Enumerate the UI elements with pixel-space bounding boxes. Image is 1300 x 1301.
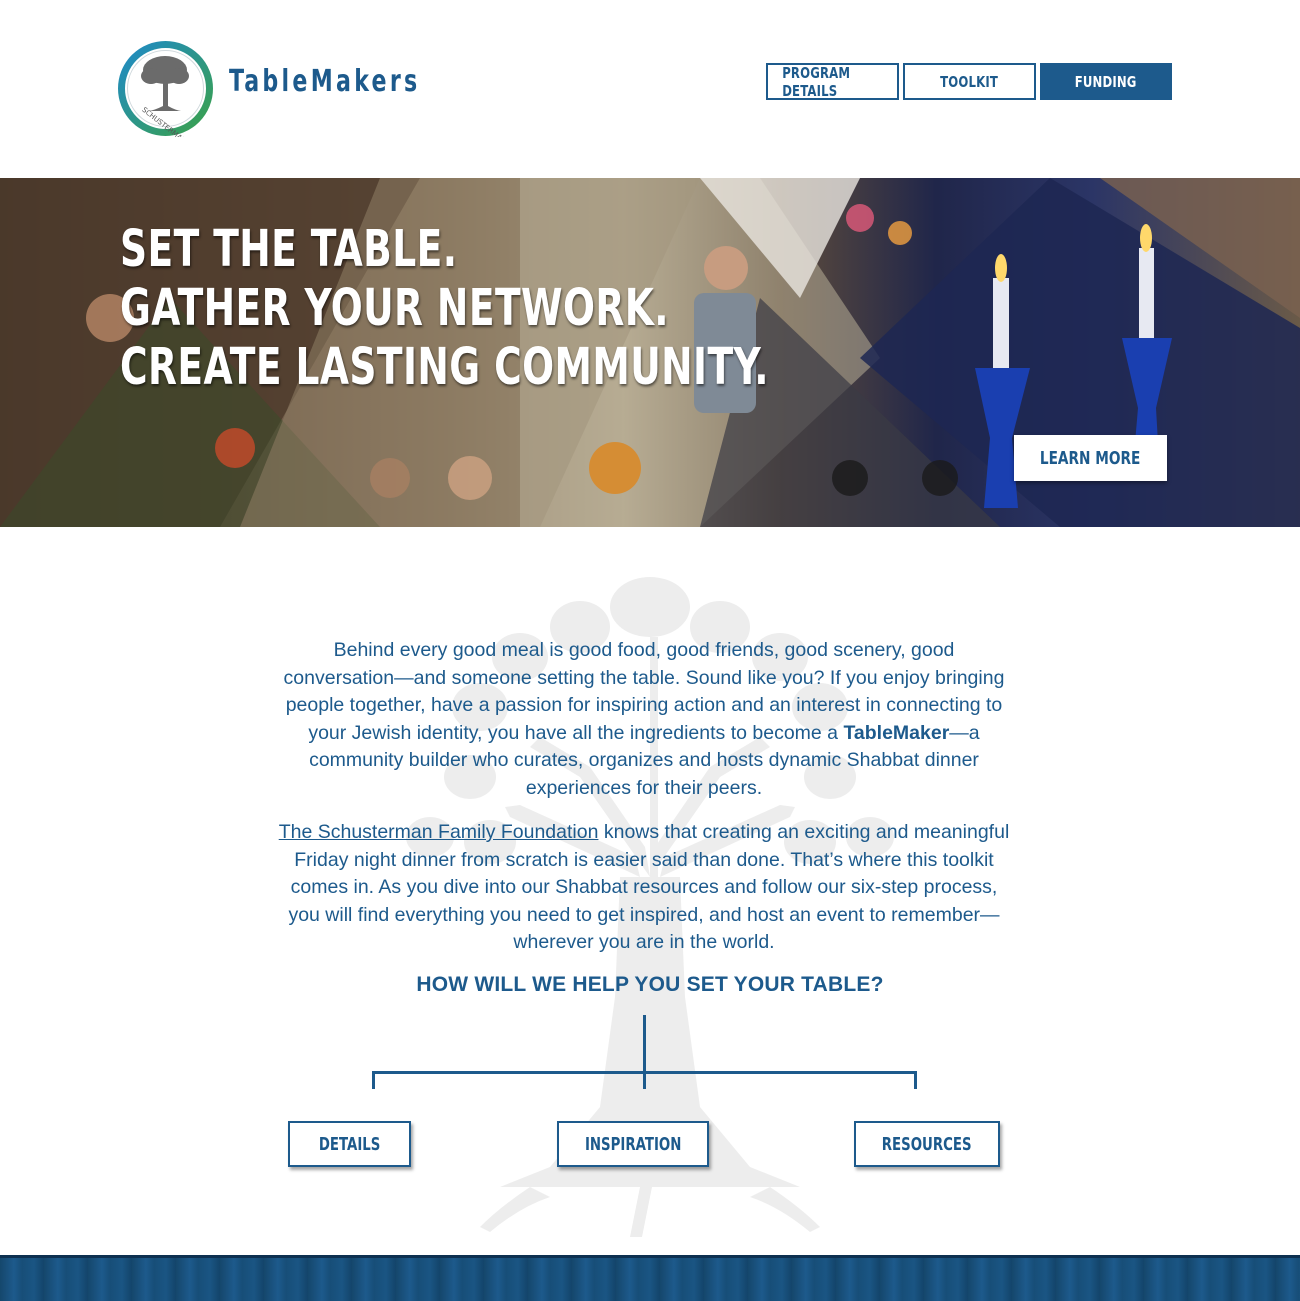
intro-section: Behind every good meal is good food, goo…	[0, 527, 1300, 1255]
brand-title[interactable]: TableMakers	[229, 64, 421, 99]
nav-toolkit-button[interactable]: TOOLKIT	[903, 63, 1036, 100]
footer-band	[0, 1255, 1300, 1301]
resources-button[interactable]: RESOURCES	[854, 1121, 1000, 1167]
hero-headline-3: CREATE LASTING COMMUNITY.	[120, 338, 769, 397]
inspiration-button[interactable]: INSPIRATION	[557, 1121, 709, 1167]
details-button[interactable]: DETAILS	[288, 1121, 411, 1167]
hero-headline-1: SET THE TABLE.	[120, 220, 458, 279]
tree-logo-icon: SCHUSTERMAN	[118, 41, 213, 145]
hero-headline-2: GATHER YOUR NETWORK.	[120, 279, 670, 338]
hero-banner: SET THE TABLE. GATHER YOUR NETWORK. CREA…	[0, 178, 1300, 527]
nav-program-details-button[interactable]: PROGRAM DETAILS	[766, 63, 899, 100]
schusterman-logo[interactable]: SCHUSTERMAN	[117, 40, 214, 145]
nav-funding-button[interactable]: FUNDING	[1040, 63, 1172, 100]
learn-more-button[interactable]: LEARN MORE	[1014, 435, 1167, 481]
site-header: SCHUSTERMAN TableMakers PROGRAM DETAILS …	[0, 0, 1300, 178]
main-nav: PROGRAM DETAILS TOOLKIT FUNDING	[766, 63, 1172, 100]
